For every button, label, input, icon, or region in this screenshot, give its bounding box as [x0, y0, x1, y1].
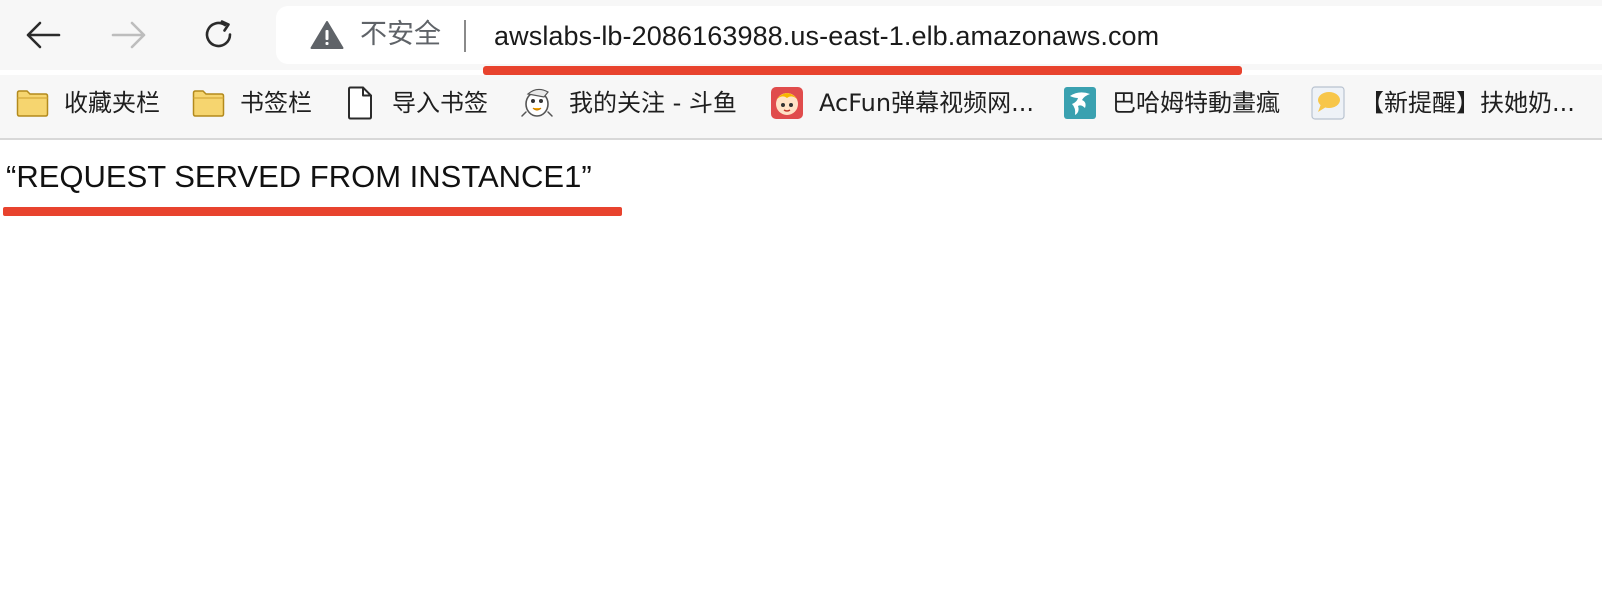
url-text[interactable]: awslabs-lb-2086163988.us-east-1.elb.amaz…: [494, 20, 1159, 52]
bookmark-folder-bookmarks-bar[interactable]: 书签栏: [191, 83, 312, 123]
bookmark-label: AcFun弹幕视频网...: [819, 89, 1034, 117]
bookmark-folder-favorites[interactable]: 收藏夹栏: [15, 83, 160, 123]
url-annotation-underline: [483, 66, 1242, 75]
back-button[interactable]: [20, 12, 66, 58]
folder-icon: [15, 86, 49, 120]
bahamut-icon: [1063, 86, 1097, 120]
response-annotation-underline: [3, 207, 622, 216]
bookmark-import[interactable]: 导入书签: [343, 83, 488, 123]
bookmark-acfun[interactable]: AcFun弹幕视频网...: [770, 83, 1034, 123]
arrow-right-icon: [111, 21, 146, 49]
bookmark-forum[interactable]: 【新提醒】扶她奶...: [1311, 83, 1575, 123]
bookmark-label: 收藏夹栏: [64, 89, 160, 117]
security-status-label[interactable]: 不安全: [360, 19, 441, 51]
bookmark-label: 我的关注 - 斗鱼: [569, 89, 737, 117]
arrow-left-icon: [26, 21, 61, 49]
browser-toolbar: 不安全 awslabs-lb-2086163988.us-east-1.elb.…: [0, 0, 1602, 70]
bookmark-label: 巴哈姆特動畫瘋: [1112, 89, 1280, 117]
bookmark-label: 书签栏: [240, 89, 312, 117]
forum-icon: [1311, 86, 1345, 120]
bookmark-label: 导入书签: [392, 89, 488, 117]
reload-icon: [205, 20, 232, 48]
reload-button[interactable]: [196, 12, 242, 58]
document-icon: [343, 86, 377, 120]
omnibox-divider: [464, 20, 466, 52]
bookmarks-bar: 收藏夹栏 书签栏 导入书签 我的关注 - 斗鱼 AcFun弹幕视频网... 巴哈…: [0, 75, 1602, 140]
bookmark-bahamut[interactable]: 巴哈姆特動畫瘋: [1063, 83, 1280, 123]
response-message: “REQUEST SERVED FROM INSTANCE1”: [6, 159, 592, 194]
address-bar[interactable]: 不安全 awslabs-lb-2086163988.us-east-1.elb.…: [276, 6, 1602, 64]
warning-triangle-icon[interactable]: [310, 20, 344, 55]
page-content: “REQUEST SERVED FROM INSTANCE1”: [0, 140, 1602, 614]
forward-button[interactable]: [106, 12, 152, 58]
folder-icon: [191, 86, 225, 120]
douyu-fish-icon: [520, 86, 554, 120]
acfun-icon: [770, 86, 804, 120]
bookmark-label: 【新提醒】扶她奶...: [1360, 89, 1575, 117]
bookmark-douyu[interactable]: 我的关注 - 斗鱼: [520, 83, 737, 123]
